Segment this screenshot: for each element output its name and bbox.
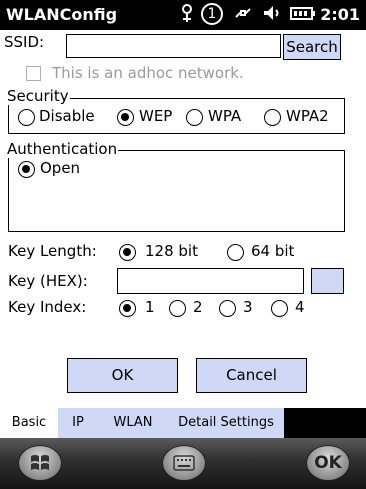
security-wpa2-label: WPA2: [286, 107, 329, 125]
cancel-button-label: Cancel: [226, 366, 277, 384]
tab-wlan[interactable]: WLAN: [98, 408, 168, 438]
tab-ip-label: IP: [72, 415, 84, 430]
cancel-button[interactable]: Cancel: [196, 358, 307, 393]
authentication-open-radio[interactable]: [18, 161, 35, 178]
tab-wlan-label: WLAN: [113, 415, 153, 430]
sim-1-icon: 1: [201, 3, 223, 25]
data-sync-icon: [232, 3, 254, 25]
security-wep-label: WEP: [139, 107, 173, 125]
ok-button-label: OK: [111, 366, 134, 384]
authentication-title: Authentication: [6, 140, 119, 158]
key-length-128-radio[interactable]: [119, 244, 136, 261]
key-index-1-label: 1: [145, 298, 155, 316]
key-hex-label: Key (HEX):: [8, 272, 88, 290]
key-index-3-radio[interactable]: [219, 300, 236, 317]
adhoc-label: This is an adhoc network.: [52, 64, 244, 82]
ok-softkey-button[interactable]: OK: [306, 445, 350, 481]
keyboard-icon[interactable]: [162, 445, 206, 481]
security-wpa2-radio[interactable]: [264, 109, 281, 126]
signal-strength-icon: [178, 3, 196, 25]
ssid-input[interactable]: [66, 34, 281, 58]
key-index-4-label: 4: [295, 298, 305, 316]
key-length-64-radio[interactable]: [227, 244, 244, 261]
key-index-2-radio[interactable]: [169, 300, 186, 317]
security-wpa-radio[interactable]: [186, 109, 203, 126]
tab-detail-settings[interactable]: Detail Settings: [168, 408, 284, 438]
windows-start-icon[interactable]: [18, 445, 62, 481]
search-button-label: Search: [286, 38, 338, 56]
app-title: WLANConfig: [6, 5, 118, 24]
authentication-open-label: Open: [40, 159, 81, 177]
key-index-2-label: 2: [193, 298, 203, 316]
tab-ip[interactable]: IP: [58, 408, 98, 438]
adhoc-checkbox[interactable]: [26, 66, 41, 81]
sim-number: 1: [207, 6, 217, 22]
key-index-label: Key Index:: [8, 298, 87, 316]
key-hex-input[interactable]: [117, 268, 304, 294]
key-length-128-label: 128 bit: [145, 242, 198, 260]
search-button[interactable]: Search: [283, 34, 341, 60]
security-disable-radio[interactable]: [18, 109, 35, 126]
tab-detail-settings-label: Detail Settings: [178, 415, 274, 430]
ssid-label: SSID:: [4, 33, 45, 51]
battery-icon: [289, 3, 317, 25]
security-wep-radio[interactable]: [117, 109, 134, 126]
softkey-bar: OK: [0, 438, 366, 489]
key-index-3-label: 3: [243, 298, 253, 316]
key-show-button[interactable]: [311, 268, 344, 294]
title-bar: WLANConfig 1 2:01: [0, 0, 366, 30]
security-title: Security: [6, 87, 70, 105]
tab-basic-label: Basic: [11, 415, 47, 430]
ok-button[interactable]: OK: [67, 358, 178, 393]
security-wpa-label: WPA: [208, 107, 242, 125]
tab-basic[interactable]: Basic: [0, 408, 58, 438]
security-disable-label: Disable: [39, 107, 95, 125]
key-index-4-radio[interactable]: [271, 300, 288, 317]
key-length-64-label: 64 bit: [251, 242, 295, 260]
volume-icon: [261, 3, 283, 25]
key-index-1-radio[interactable]: [119, 300, 136, 317]
clock-time: 2:01: [320, 5, 360, 24]
ok-softkey-label: OK: [314, 453, 342, 473]
tab-bar: Basic IP WLAN Detail Settings: [0, 408, 366, 438]
key-length-label: Key Length:: [8, 242, 97, 260]
